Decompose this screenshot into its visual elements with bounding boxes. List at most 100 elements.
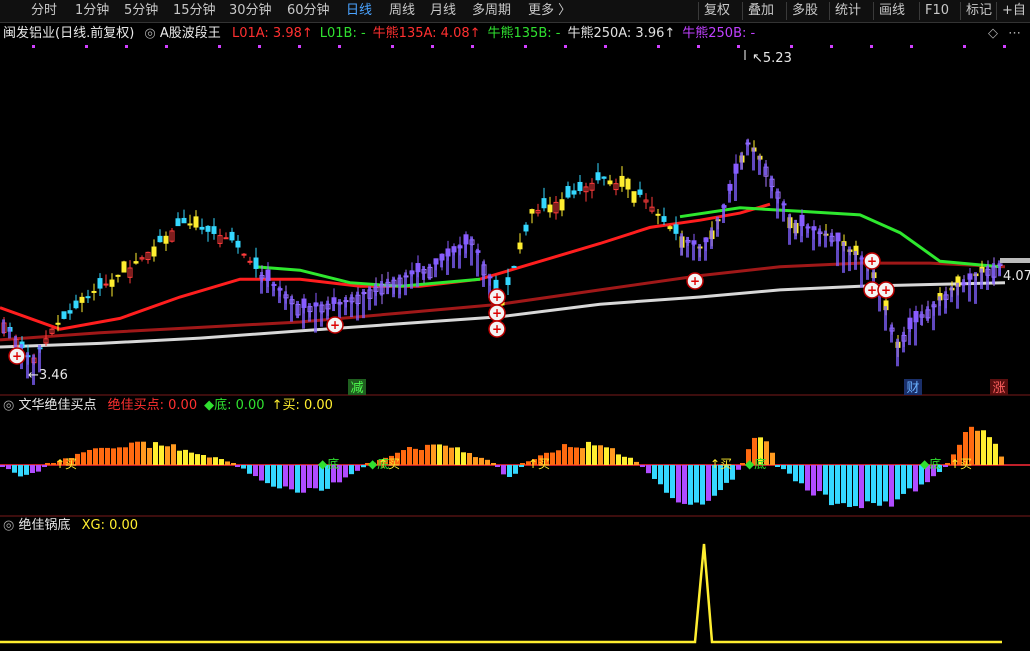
top-signal-dot — [790, 45, 793, 48]
candle-body — [619, 175, 625, 187]
panel2-bar — [562, 444, 567, 465]
bearish-band-bar — [722, 203, 725, 224]
panel2-bar — [45, 463, 50, 465]
bearish-band-bar — [680, 233, 683, 256]
top-signal-dot — [564, 45, 567, 48]
panel2-bar — [865, 465, 870, 502]
panel2-bar — [36, 465, 41, 472]
panel2-bar — [823, 465, 828, 495]
top-signal-dot — [431, 45, 434, 48]
buy-marker-plus: + — [492, 322, 502, 336]
panel2-bar — [81, 452, 86, 465]
candle-body — [607, 180, 613, 185]
panel2-bar — [213, 457, 218, 465]
panel2-bar — [123, 447, 128, 465]
marker-tag-0: 减 — [350, 381, 363, 396]
bearish-band-bar — [836, 237, 839, 267]
bearish-band-bar — [788, 214, 791, 245]
panel3-readout-0: XG: 0.00 — [81, 518, 139, 533]
panel2-bar — [117, 447, 122, 465]
panel2-bar — [159, 445, 164, 465]
top-signal-dot — [697, 45, 700, 48]
panel2-bar — [907, 465, 912, 489]
high-price-label: ↖5.23 — [752, 51, 792, 66]
bearish-band-bar — [380, 280, 383, 296]
panel2-bar — [943, 465, 948, 467]
top-signal-dot — [830, 45, 833, 48]
panel2-bar — [225, 461, 230, 465]
panel2-bar — [259, 465, 264, 481]
panel2-bar — [664, 465, 669, 493]
top-signal-dot — [298, 45, 301, 48]
bearish-band-bar — [854, 250, 857, 270]
bearish-band-bar — [470, 236, 473, 266]
panel2-bar — [853, 465, 858, 507]
more-icon[interactable]: ⋯ — [1008, 26, 1021, 41]
candle-body — [97, 278, 103, 289]
bearish-band-bar — [314, 302, 317, 333]
last-price-tag — [1000, 258, 1030, 263]
bearish-band-bar — [980, 268, 983, 290]
bearish-band-bar — [812, 226, 815, 251]
bearish-band-bar — [368, 286, 371, 311]
panel2-bar — [207, 457, 212, 465]
panel2-bar — [670, 465, 675, 499]
bearish-band-bar — [332, 299, 335, 312]
panel2-bar — [473, 457, 478, 465]
candle-body — [667, 226, 673, 230]
panel2-signal-5: ◆底 — [745, 456, 766, 471]
panel2-bar — [598, 445, 603, 465]
candle-body — [655, 213, 661, 216]
indicator-settings-icon[interactable]: ◎ — [144, 26, 155, 41]
candle-body — [547, 204, 553, 213]
panel2-bar — [556, 450, 561, 465]
top-signal-dot — [85, 45, 88, 48]
panel2-signal-1: ◆底 — [318, 456, 339, 471]
bearish-band-bar — [758, 155, 761, 175]
panel2-bar — [6, 465, 11, 470]
panel2-bar — [658, 465, 663, 485]
panel3-settings-icon[interactable]: ◎ — [3, 518, 14, 533]
panel2-bar — [817, 465, 822, 492]
panel2-bar — [231, 463, 236, 465]
panel2-bar — [485, 459, 490, 465]
panel2-settings-icon[interactable]: ◎ — [3, 398, 14, 413]
panel2-bar — [520, 463, 525, 465]
panel2-bar — [183, 449, 188, 465]
bearish-band-bar — [806, 224, 809, 238]
bearish-band-bar — [794, 219, 797, 240]
panel2-bar — [889, 465, 894, 507]
panel2-bar — [787, 465, 792, 474]
bearish-band-bar — [446, 252, 449, 275]
panel2-bar — [993, 443, 998, 465]
top-signal-dot — [258, 45, 261, 48]
bearish-band-bar — [908, 325, 911, 346]
panel2-bar — [449, 447, 454, 465]
top-signal-dot — [910, 45, 913, 48]
panel2-bar — [871, 465, 876, 504]
panel2-bar — [141, 441, 146, 465]
indicator-name: A股波段王 — [159, 26, 221, 41]
panel2-bar — [694, 465, 699, 503]
diamond-icon[interactable]: ◇ — [988, 26, 998, 41]
panel2-bar — [682, 465, 687, 504]
bearish-band-bar — [428, 263, 431, 280]
candle-body — [55, 322, 61, 325]
bearish-band-bar — [8, 327, 11, 339]
bearish-band-bar — [458, 244, 461, 269]
bearish-band-bar — [992, 263, 995, 284]
bearish-band-bar — [932, 301, 935, 331]
panel2-bar — [30, 465, 35, 473]
panel2-bar — [586, 441, 591, 465]
top-signal-dot — [391, 45, 394, 48]
chart-area[interactable]: + + + + + + + + + ↖5.23 ←3.46 4.07 减 财 涨 ↑买 ◆底 ◆底 ↑买 ↑买 ◆底 ↑买… — [0, 0, 1030, 651]
candle-body — [199, 226, 205, 230]
bearish-band-bar — [974, 272, 977, 304]
candle-body — [247, 260, 253, 263]
candle-body — [187, 223, 193, 226]
candle-body — [601, 176, 607, 179]
bearish-band-bar — [422, 265, 425, 280]
candle-body — [241, 253, 247, 256]
panel2-bar — [93, 448, 98, 465]
main-readout-2: 牛熊135A: 4.08↑ — [372, 26, 481, 41]
